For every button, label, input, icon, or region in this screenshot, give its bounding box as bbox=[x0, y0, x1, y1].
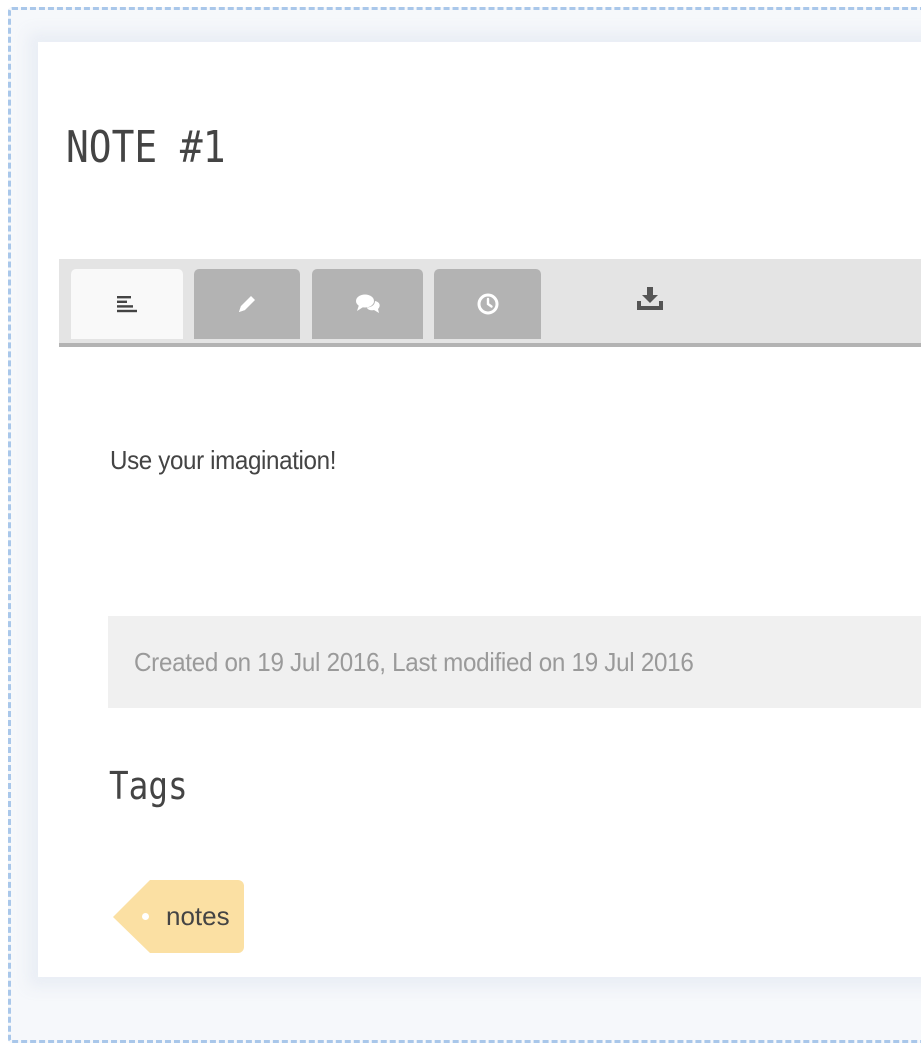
note-panel bbox=[38, 42, 921, 977]
tab-edit[interactable] bbox=[194, 269, 300, 339]
created-modified-dates: Created on 19 Jul 2016, Last modified on… bbox=[134, 647, 694, 677]
clock-icon bbox=[477, 293, 498, 315]
tab-view[interactable] bbox=[71, 269, 183, 339]
download-button[interactable] bbox=[617, 269, 683, 329]
tab-comments[interactable] bbox=[312, 269, 423, 339]
pencil-icon bbox=[239, 296, 255, 312]
tab-history[interactable] bbox=[434, 269, 541, 339]
tag-hole bbox=[142, 913, 149, 920]
tag-notes[interactable]: notes bbox=[150, 880, 244, 953]
comment-bubbles-icon bbox=[355, 294, 380, 313]
download-icon bbox=[637, 287, 663, 310]
note-metadata: Created on 19 Jul 2016, Last modified on… bbox=[108, 616, 921, 708]
page-title: NOTE #1 bbox=[66, 122, 226, 173]
note-content: Use your imagination! bbox=[110, 445, 337, 475]
note-tab-bar bbox=[59, 259, 921, 347]
text-lines-icon bbox=[117, 296, 137, 313]
tags-heading: Tags bbox=[109, 764, 188, 808]
